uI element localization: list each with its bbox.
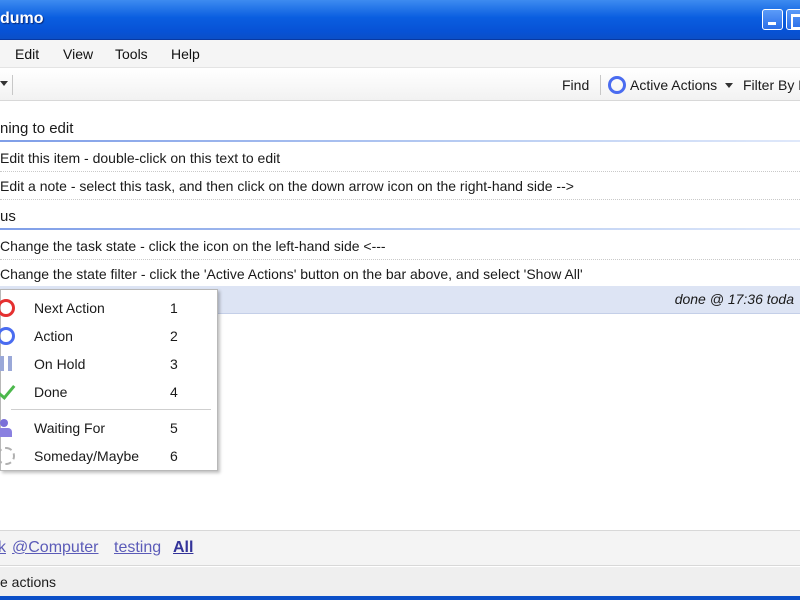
filter-by-button[interactable]: Filter By D	[743, 77, 800, 93]
task-status-text: done @ 17:36 toda	[674, 291, 794, 307]
window-title: dumo	[0, 10, 44, 27]
context-link-partial[interactable]: k	[0, 539, 6, 557]
task-row[interactable]: Change the task state - click the icon o…	[0, 232, 800, 260]
task-row[interactable]: Edit a note - select this task, and then…	[0, 172, 800, 200]
maximize-button[interactable]	[786, 9, 800, 30]
task-state-menu: Next Action 1 Action 2 On Hold 3 Done 4 …	[0, 289, 218, 471]
group-header[interactable]: us	[0, 200, 800, 230]
menu-divider	[11, 409, 211, 410]
title-bar: dumo	[0, 0, 800, 40]
context-link-testing[interactable]: testing	[114, 539, 161, 557]
toolbar-separator	[600, 75, 601, 95]
group-header[interactable]: ning to edit	[0, 112, 800, 142]
menu-item-label: On Hold	[34, 356, 86, 372]
context-filter-bar: k @Computer testing All	[0, 530, 800, 566]
minimize-button[interactable]	[762, 9, 783, 30]
find-button[interactable]: Find	[562, 77, 589, 93]
menu-help[interactable]: Help	[171, 46, 200, 62]
context-link-computer[interactable]: @Computer	[12, 539, 99, 557]
menu-view[interactable]: View	[63, 46, 93, 62]
menu-item-shortcut: 4	[170, 384, 178, 400]
waiting-for-person-icon	[0, 419, 15, 437]
status-bar: e actions	[0, 567, 800, 596]
menu-item-shortcut: 5	[170, 420, 178, 436]
status-text: e actions	[0, 574, 57, 590]
menu-item-shortcut: 2	[170, 328, 178, 344]
menu-item-next-action[interactable]: Next Action 1	[0, 293, 217, 321]
done-check-icon	[0, 383, 15, 401]
active-actions-label: Active Actions	[630, 77, 718, 93]
menu-item-label: Someday/Maybe	[34, 448, 140, 464]
on-hold-icon	[0, 355, 15, 373]
menu-bar: Edit View Tools Help	[0, 40, 800, 68]
chevron-down-icon[interactable]	[0, 81, 8, 86]
menu-item-waiting-for[interactable]: Waiting For 5	[0, 413, 217, 441]
menu-item-label: Action	[34, 328, 73, 344]
chevron-down-icon	[725, 82, 734, 88]
menu-item-someday-maybe[interactable]: Someday/Maybe 6	[0, 441, 217, 469]
menu-item-shortcut: 1	[170, 300, 178, 316]
menu-item-done[interactable]: Done 4	[1, 377, 217, 405]
menu-edit[interactable]: Edit	[15, 46, 39, 62]
menu-item-label: Done	[34, 384, 68, 400]
menu-item-action[interactable]: Action 2	[0, 321, 217, 349]
window-bottom-border	[0, 596, 800, 600]
menu-item-label: Next Action	[34, 300, 105, 316]
task-row[interactable]: Edit this item - double-click on this te…	[0, 144, 800, 172]
task-row[interactable]: Change the state filter - click the 'Act…	[0, 260, 800, 288]
toolbar: Find Active Actions Filter By D	[0, 69, 800, 101]
menu-item-label: Waiting For	[34, 420, 106, 436]
next-action-icon	[0, 299, 15, 317]
menu-tools[interactable]: Tools	[115, 46, 148, 62]
menu-item-on-hold[interactable]: On Hold 3	[0, 349, 217, 377]
action-icon	[0, 327, 15, 345]
active-actions-filter-button[interactable]: Active Actions	[608, 74, 734, 96]
menu-item-shortcut: 6	[170, 448, 178, 464]
menu-item-shortcut: 3	[170, 356, 178, 372]
toolbar-separator	[12, 75, 13, 95]
action-ring-icon	[608, 76, 626, 94]
context-link-all[interactable]: All	[173, 539, 193, 557]
someday-cloud-icon	[0, 447, 15, 465]
